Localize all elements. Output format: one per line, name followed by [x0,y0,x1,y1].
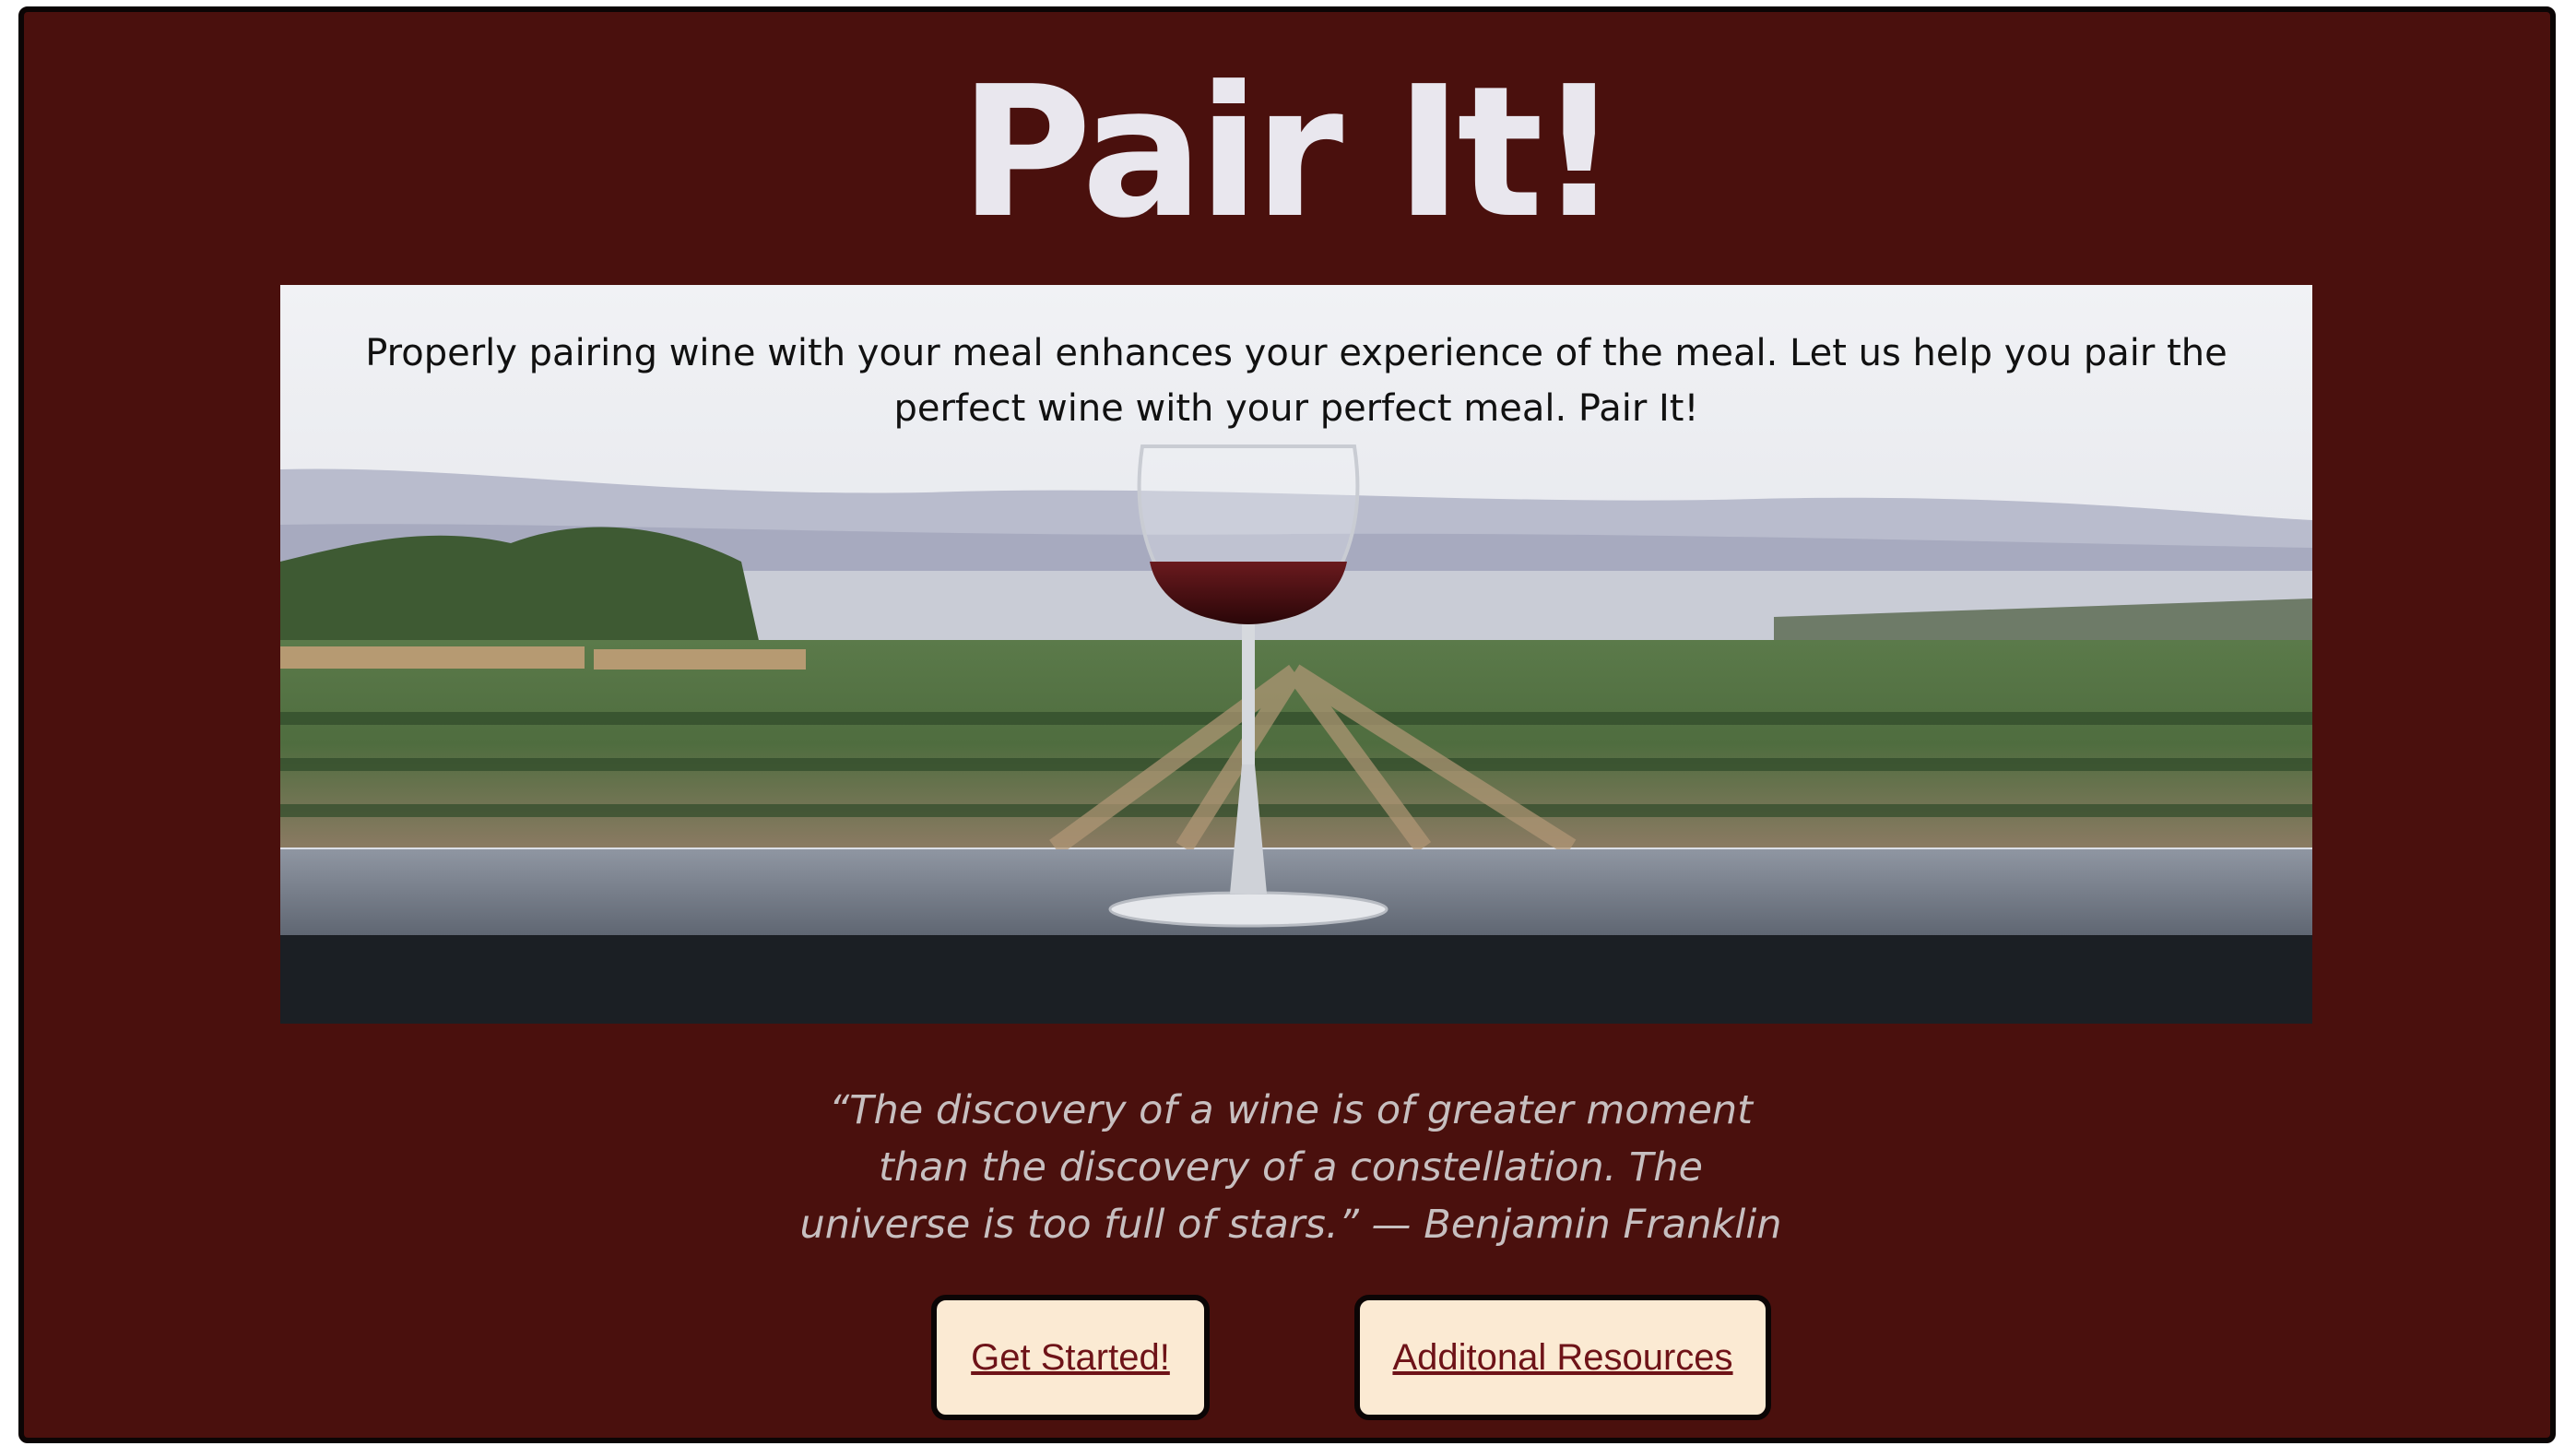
get-started-button[interactable]: Get Started! [931,1295,1210,1420]
page-frame: Pair It! Properly pairing wine with your… [18,6,2556,1443]
additional-resources-button[interactable]: Additonal Resources [1354,1295,1771,1420]
hero-banner: Properly pairing wine with your meal enh… [280,285,2312,1024]
franklin-quote: “The discovery of a wine is of greater m… [799,1087,1782,1248]
page-title: Pair It! [959,48,1621,258]
intro-text: Properly pairing wine with your meal enh… [365,332,2227,430]
